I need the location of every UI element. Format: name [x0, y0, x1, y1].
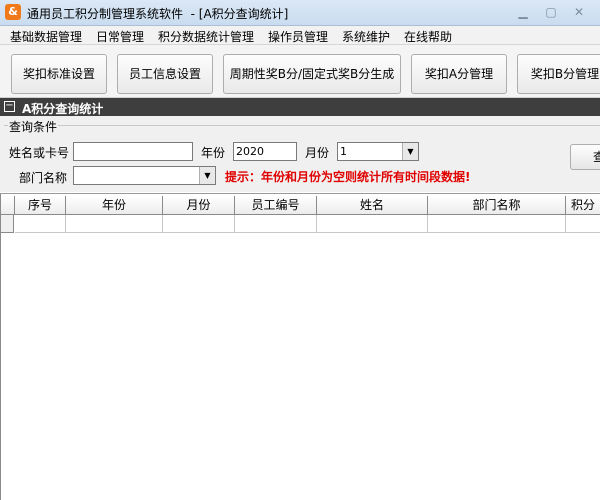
column-header-month[interactable]: 月份 [163, 196, 235, 215]
table-cell[interactable] [163, 215, 235, 233]
month-select-value: 1 [340, 145, 347, 158]
month-select[interactable]: 1 ▼ [337, 142, 419, 161]
title-bar: & 通用员工积分制管理系统软件 - [A积分查询统计] ▁ ▢ ✕ [0, 0, 600, 26]
b-points-generate-button[interactable]: 周期性奖B分/固定式奖B分生成 [223, 54, 401, 94]
hint-text: 提示：年份和月份为空则统计所有时间段数据! [225, 170, 471, 184]
year-label: 年份 [201, 146, 226, 160]
menu-system[interactable]: 系统维护 [342, 28, 390, 45]
chevron-down-icon[interactable]: ▼ [199, 167, 215, 184]
group-header: − A积分查询统计 [0, 98, 600, 116]
collapse-icon[interactable]: − [4, 101, 15, 112]
column-header-name[interactable]: 姓名 [317, 196, 428, 215]
table-row[interactable] [0, 215, 600, 233]
grid-corner [0, 196, 15, 215]
column-header-points[interactable]: 积分 [566, 196, 600, 215]
group-title: A积分查询统计 [22, 102, 104, 116]
table-cell[interactable] [428, 215, 566, 233]
menu-operators[interactable]: 操作员管理 [268, 28, 328, 45]
menu-basic-data[interactable]: 基础数据管理 [10, 28, 82, 45]
menu-help[interactable]: 在线帮助 [404, 28, 452, 45]
name-input[interactable] [73, 142, 193, 161]
menu-points-stats[interactable]: 积分数据统计管理 [158, 28, 254, 45]
dept-label: 部门名称 [19, 171, 68, 185]
query-button[interactable]: 查 [570, 144, 600, 170]
column-header-index[interactable]: 序号 [15, 196, 66, 215]
column-header-employee-id[interactable]: 员工编号 [235, 196, 317, 215]
b-points-manage-button[interactable]: 奖扣B分管理 [517, 54, 600, 94]
query-panel: 查询条件 姓名或卡号 年份 2020 月份 1 ▼ 部门名称 ▼ 提示：年份和月… [0, 116, 600, 192]
row-indicator-icon [0, 215, 14, 233]
chevron-down-icon[interactable]: ▼ [402, 143, 418, 160]
data-grid: 序号 年份 月份 员工编号 姓名 部门名称 积分 [0, 193, 600, 500]
window-title: 通用员工积分制管理系统软件 - [A积分查询统计] [27, 7, 289, 21]
table-cell[interactable] [235, 215, 317, 233]
column-header-department[interactable]: 部门名称 [428, 196, 566, 215]
query-legend: 查询条件 [8, 118, 59, 135]
table-cell[interactable] [66, 215, 163, 233]
app-icon: & [5, 4, 21, 20]
fieldset-border [4, 125, 600, 126]
table-cell[interactable] [15, 215, 66, 233]
maximize-icon[interactable]: ▢ [540, 3, 562, 21]
close-icon[interactable]: ✕ [568, 3, 590, 21]
reward-standard-button[interactable]: 奖扣标准设置 [11, 54, 107, 94]
name-label: 姓名或卡号 [9, 146, 70, 160]
month-label: 月份 [305, 146, 330, 160]
menu-daily[interactable]: 日常管理 [96, 28, 144, 45]
grid-header: 序号 年份 月份 员工编号 姓名 部门名称 积分 [0, 196, 600, 215]
column-header-year[interactable]: 年份 [66, 196, 163, 215]
grid-left-border [0, 194, 1, 500]
minimize-icon[interactable]: ▁ [512, 3, 534, 21]
dept-select[interactable]: ▼ [73, 166, 216, 185]
toolbar: 奖扣标准设置 员工信息设置 周期性奖B分/固定式奖B分生成 奖扣A分管理 奖扣B… [0, 45, 600, 98]
employee-info-button[interactable]: 员工信息设置 [117, 54, 213, 94]
table-cell[interactable] [317, 215, 428, 233]
menu-bar: 基础数据管理 日常管理 积分数据统计管理 操作员管理 系统维护 在线帮助 [0, 26, 600, 45]
a-points-manage-button[interactable]: 奖扣A分管理 [411, 54, 507, 94]
year-input[interactable]: 2020 [233, 142, 297, 161]
table-cell[interactable] [566, 215, 600, 233]
